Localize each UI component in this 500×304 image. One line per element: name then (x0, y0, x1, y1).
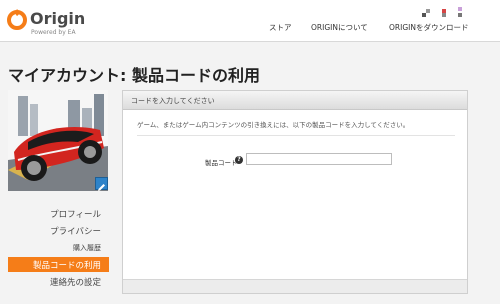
edit-avatar-button[interactable] (95, 177, 108, 191)
panel-header-title: コードを入力してください (131, 97, 215, 105)
nav-about-origin[interactable]: ORIGINについて (311, 22, 368, 36)
menu-item-purchase-history[interactable]: 購入履歴 (73, 243, 101, 253)
menu-item-contact-preferences[interactable]: 連絡先の設定 (50, 276, 101, 288)
origin-logo-icon (7, 9, 27, 30)
avatar (8, 90, 108, 191)
corner-square-icon (422, 13, 426, 17)
nav-download-origin[interactable]: ORIGINをダウンロード (389, 22, 468, 36)
menu-item-profile[interactable]: プロフィール (50, 208, 101, 220)
logo-wordmark: Origin (30, 9, 86, 28)
corner-square-icon (426, 9, 430, 13)
nav-store[interactable]: ストア (269, 22, 292, 36)
page-title: マイアカウント: 製品コードの利用 (8, 66, 260, 85)
panel-footer (123, 279, 467, 293)
avatar-car-image (8, 90, 108, 191)
redeem-code-panel: コードを入力してください ゲーム、またはゲーム内コンテンツの引き換えには、以下の… (122, 90, 468, 294)
corner-square-icon (458, 7, 462, 11)
menu-item-privacy[interactable]: プライバシー (50, 225, 101, 237)
corner-square-icon (442, 13, 446, 17)
logo-tagline: Powered by EA (31, 29, 76, 36)
top-header: Origin Powered by EA ストア ORIGINについて ORIG… (0, 0, 500, 42)
product-code-label: 製品コード (205, 159, 238, 167)
panel-header: コードを入力してください (123, 91, 467, 110)
origin-logo[interactable]: Origin Powered by EA (6, 6, 86, 38)
instruction-text: ゲーム、またはゲーム内コンテンツの引き換えには、以下の製品コードを入力してくださ… (137, 121, 410, 129)
account-icons (418, 5, 466, 19)
menu-item-redeem-code[interactable]: 製品コードの利用 (8, 257, 109, 272)
corner-square-icon (458, 13, 462, 17)
menu-item-redeem-code-label: 製品コードの利用 (32, 261, 101, 271)
product-code-input[interactable] (246, 153, 392, 165)
help-icon[interactable]: ? (235, 156, 243, 164)
divider (137, 135, 455, 136)
pencil-icon (98, 184, 105, 191)
